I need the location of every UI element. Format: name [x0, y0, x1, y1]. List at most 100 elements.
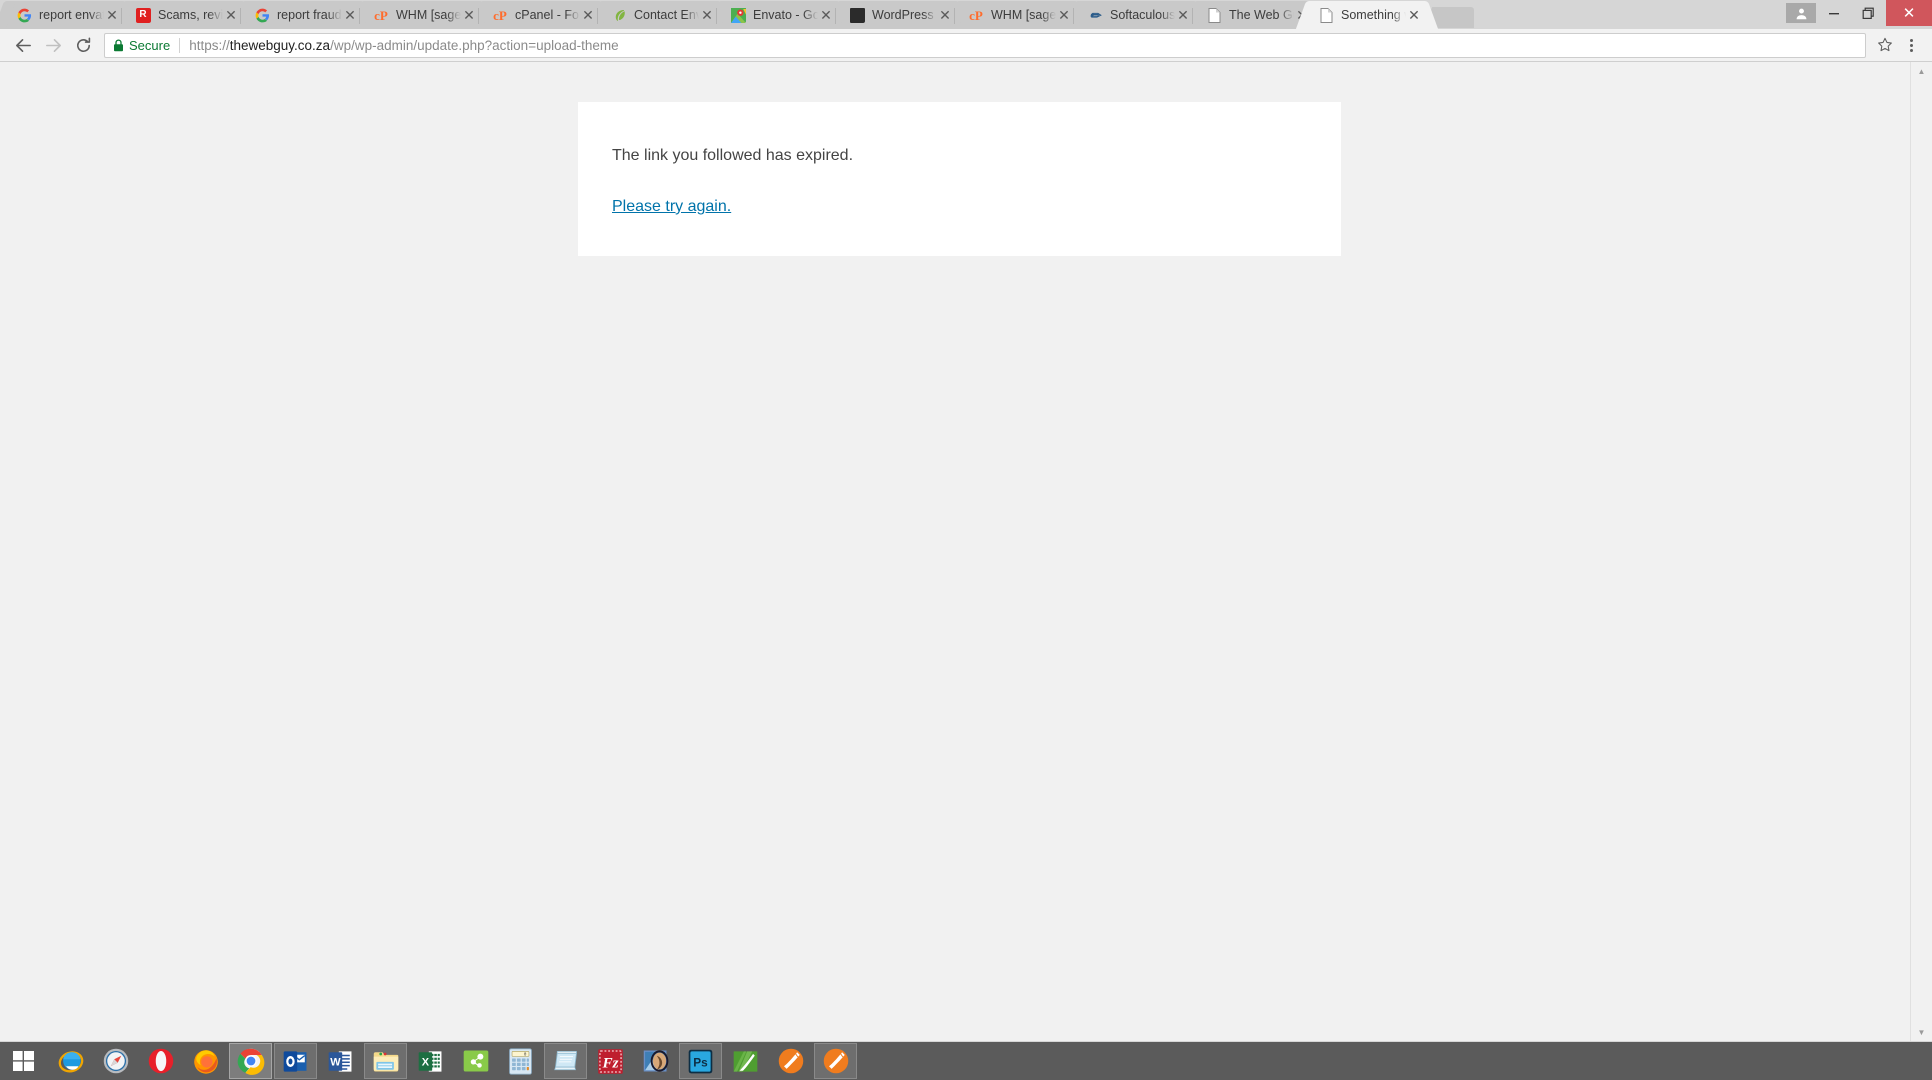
cpanel-icon: cP: [969, 7, 983, 23]
error-card: The link you followed has expired. Pleas…: [578, 102, 1341, 256]
address-bar[interactable]: Secure https://thewebguy.co.za/wp/wp-adm…: [104, 32, 1866, 58]
error-message: The link you followed has expired.: [612, 147, 854, 164]
try-again-link[interactable]: Please try again.: [612, 198, 731, 216]
wordpress-error-page: The link you followed has expired. Pleas…: [0, 62, 1910, 1041]
browser-tab-5[interactable]: cP cPanel - Forward ✕: [482, 1, 600, 29]
scamadviser-icon: R: [135, 7, 151, 23]
browser-tab-4[interactable]: cP WHM [sage] List ✕: [363, 1, 481, 29]
browser-toolbar: Secure https://thewebguy.co.za/wp/wp-adm…: [0, 29, 1932, 62]
generic-page-icon: [1318, 7, 1334, 23]
tab-title: WHM [sage] List: [396, 8, 461, 22]
browser-tab-3[interactable]: report fraudulan ✕: [244, 1, 362, 29]
tab-title: Scams, reviews: [158, 8, 223, 22]
tab-title: WHM [sage] List: [991, 8, 1056, 22]
svg-text:Fz: Fz: [601, 1054, 618, 1071]
chrome-menu-icon[interactable]: [1898, 32, 1924, 58]
page-scrollbar[interactable]: ▲ ▼: [1910, 62, 1932, 1041]
google-chrome-icon[interactable]: [229, 1043, 272, 1079]
sublime-text-icon-2[interactable]: [814, 1043, 857, 1079]
tab-separator: [716, 8, 717, 24]
chrome-browser-window: report envato m ✕ R Scams, reviews ✕ rep…: [0, 0, 1932, 1042]
tab-separator: [597, 8, 598, 24]
tab-separator: [835, 8, 836, 24]
word-icon[interactable]: W: [319, 1043, 362, 1079]
browser-tab-2[interactable]: R Scams, reviews ✕: [125, 1, 243, 29]
start-button[interactable]: [0, 1042, 48, 1080]
google-maps-icon: [730, 7, 746, 23]
page-viewport: The link you followed has expired. Pleas…: [0, 62, 1932, 1041]
omnibox-divider: [179, 37, 181, 53]
publisher-icon[interactable]: [454, 1043, 497, 1079]
cpanel-icon: cP: [374, 7, 388, 23]
envato-leaf-icon: [611, 7, 627, 23]
minimize-button[interactable]: [1816, 0, 1851, 26]
firefox-icon[interactable]: [184, 1043, 227, 1079]
excel-icon[interactable]: X: [409, 1043, 452, 1079]
scroll-down-arrow[interactable]: ▼: [1911, 1023, 1932, 1041]
browser-tab-6[interactable]: Contact Envato ✕: [601, 1, 719, 29]
sublime-text-icon[interactable]: [769, 1043, 812, 1079]
outlook-icon[interactable]: [274, 1043, 317, 1079]
tab-title: The Web Guy –: [1229, 8, 1294, 22]
tab-title: Contact Envato: [634, 8, 699, 22]
tab-title: WordPress Them: [872, 8, 937, 22]
browser-tab-9[interactable]: cP WHM [sage] List ✕: [958, 1, 1076, 29]
notepad-icon[interactable]: [544, 1043, 587, 1079]
tab-title: report fraudulan: [277, 8, 342, 22]
tab-strip: report envato m ✕ R Scams, reviews ✕ rep…: [0, 0, 1932, 29]
lock-icon: [113, 38, 124, 52]
coreldraw-icon[interactable]: [724, 1043, 767, 1079]
browser-tab-7[interactable]: Envato - Google ✕: [720, 1, 838, 29]
safari-icon[interactable]: [94, 1043, 137, 1079]
photoshop-icon[interactable]: Ps: [679, 1043, 722, 1079]
browser-tab-1[interactable]: report envato m ✕: [6, 1, 124, 29]
tab-separator: [240, 8, 241, 24]
forward-button[interactable]: [38, 31, 68, 59]
bookmark-star-icon[interactable]: [1872, 32, 1898, 58]
maximize-restore-button[interactable]: [1851, 0, 1886, 26]
cpanel-icon: cP: [493, 7, 507, 23]
file-explorer-icon[interactable]: [364, 1043, 407, 1079]
tab-title: report envato m: [39, 8, 104, 22]
url-path: /wp/wp-admin/update.php?action=upload-th…: [330, 37, 619, 53]
url-scheme: https://: [189, 37, 230, 53]
tab-title: Envato - Google: [753, 8, 818, 22]
tab-separator: [121, 8, 122, 24]
close-icon[interactable]: ✕: [1406, 7, 1422, 23]
tab-separator: [478, 8, 479, 24]
reload-button[interactable]: [68, 31, 98, 59]
browser-tab-10[interactable]: ✏ Softaculous - So ✕: [1077, 1, 1195, 29]
back-button[interactable]: [8, 31, 38, 59]
close-window-button[interactable]: ✕: [1886, 0, 1932, 26]
google-g-icon: [16, 7, 32, 23]
url-host: thewebguy.co.za: [229, 37, 331, 53]
wordpress-theme-icon: [849, 7, 865, 23]
tab-separator: [954, 8, 955, 24]
url-text: https://thewebguy.co.za/wp/wp-admin/upda…: [189, 38, 618, 53]
tab-separator: [1073, 8, 1074, 24]
tab-title: Softaculous - So: [1110, 8, 1175, 22]
svg-text:Ps: Ps: [693, 1055, 708, 1069]
opera-icon[interactable]: [139, 1043, 182, 1079]
secure-label: Secure: [129, 37, 171, 53]
browser-tab-8[interactable]: WordPress Them ✕: [839, 1, 957, 29]
photo-viewer-icon[interactable]: [634, 1043, 677, 1079]
tab-separator: [1192, 8, 1193, 24]
profile-icon[interactable]: [1786, 3, 1816, 23]
scroll-up-arrow[interactable]: ▲: [1911, 62, 1932, 80]
softaculous-icon: ✏: [1089, 7, 1101, 23]
generic-page-icon: [1206, 7, 1222, 23]
svg-text:X: X: [422, 1056, 430, 1068]
windows-taskbar: W X 0 Fz Ps: [0, 1042, 1932, 1080]
calculator-icon[interactable]: 0: [499, 1043, 542, 1079]
filezilla-icon[interactable]: Fz: [589, 1043, 632, 1079]
browser-tab-12-active[interactable]: Something wen ✕: [1308, 1, 1426, 29]
window-controls: ✕: [1786, 0, 1932, 26]
tab-title: cPanel - Forward: [515, 8, 580, 22]
internet-explorer-icon[interactable]: [49, 1043, 92, 1079]
tab-title: Something wen: [1341, 8, 1406, 22]
svg-text:W: W: [330, 1056, 341, 1068]
new-tab-button[interactable]: [1436, 7, 1474, 28]
google-g-icon: [254, 7, 270, 23]
tab-separator: [359, 8, 360, 24]
